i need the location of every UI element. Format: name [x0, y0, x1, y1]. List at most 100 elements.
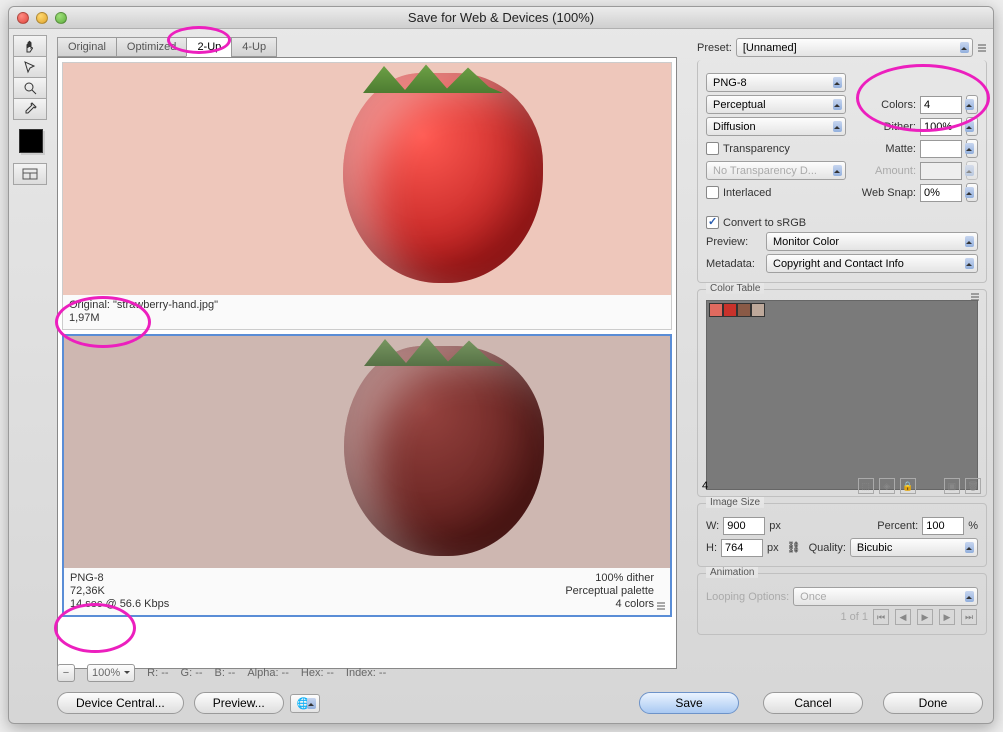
- lock-color-icon[interactable]: 🔒: [900, 478, 916, 494]
- optimize-menu-icon[interactable]: [977, 43, 987, 53]
- device-central-button[interactable]: Device Central...: [57, 692, 184, 714]
- colors-label: Colors:: [881, 99, 916, 111]
- quality-label: Quality:: [809, 542, 846, 554]
- websnap-stepper[interactable]: [966, 183, 978, 202]
- transparency-dither-select: No Transparency D...: [706, 161, 846, 180]
- metadata-select[interactable]: Copyright and Contact Info: [766, 254, 978, 273]
- optimized-dither: 100% dither: [565, 572, 654, 585]
- height-field[interactable]: 764: [721, 539, 763, 557]
- zoom-tool[interactable]: [13, 77, 47, 99]
- width-field[interactable]: 900: [723, 517, 765, 535]
- dialog-buttons: Device Central... Preview... 🌐 Save Canc…: [57, 689, 983, 717]
- srgb-checkbox[interactable]: [706, 216, 719, 229]
- zoom-select[interactable]: 100%: [87, 664, 135, 682]
- zoom-out-button[interactable]: −: [57, 664, 75, 682]
- optimized-format: PNG-8: [70, 572, 169, 585]
- preview-select[interactable]: Monitor Color: [766, 232, 978, 251]
- done-button[interactable]: Done: [883, 692, 983, 714]
- preset-label: Preset:: [697, 42, 732, 54]
- px-label-2: px: [767, 542, 779, 554]
- transparency-label: Transparency: [723, 143, 790, 155]
- window-title: Save for Web & Devices (100%): [9, 10, 993, 25]
- tab-4up[interactable]: 4-Up: [231, 37, 277, 57]
- last-frame-icon: ⏭: [961, 609, 977, 625]
- matte-field[interactable]: [920, 140, 962, 158]
- format-select[interactable]: PNG-8: [706, 73, 846, 92]
- loop-select: Once: [793, 587, 978, 606]
- percent-field[interactable]: 100: [922, 517, 964, 535]
- optimized-time: 14 sec @ 56.6 Kbps: [70, 598, 169, 611]
- interlaced-checkbox[interactable]: [706, 186, 719, 199]
- swatch-2[interactable]: [723, 303, 737, 317]
- optimized-palette: Perceptual palette: [565, 585, 654, 598]
- amount-field: [920, 162, 962, 180]
- metadata-label: Metadata:: [706, 258, 762, 270]
- first-frame-icon: ⏮: [873, 609, 889, 625]
- dialog-window: Save for Web & Devices (100%) OriginalOp…: [8, 6, 994, 724]
- readout-r: R: --: [147, 667, 168, 679]
- preview-pane-original[interactable]: Original: "strawberry-hand.jpg" 1,97M: [62, 62, 672, 330]
- original-size: 1,97M: [69, 312, 218, 325]
- swatch-4[interactable]: [751, 303, 765, 317]
- height-label: H:: [706, 542, 717, 554]
- transparency-checkbox[interactable]: [706, 142, 719, 155]
- readout-hex: Hex: --: [301, 667, 334, 679]
- px-label-1: px: [769, 520, 781, 532]
- tab-original[interactable]: Original: [57, 37, 117, 57]
- colors-field[interactable]: 4: [920, 96, 962, 114]
- map-transparent-icon[interactable]: ⬚: [858, 478, 874, 494]
- preview-area: Original: "strawberry-hand.jpg" 1,97M PN…: [57, 57, 677, 669]
- eyedropper-tool[interactable]: [13, 98, 47, 120]
- swatch-1[interactable]: [709, 303, 723, 317]
- new-color-icon[interactable]: ▣: [944, 478, 960, 494]
- percent-unit: %: [968, 520, 978, 532]
- play-icon: ▶: [917, 609, 933, 625]
- colors-stepper[interactable]: [966, 95, 978, 114]
- titlebar[interactable]: Save for Web & Devices (100%): [9, 7, 993, 29]
- color-table-title: Color Table: [706, 283, 764, 294]
- dither-stepper[interactable]: [966, 117, 978, 136]
- preview-pane-optimized[interactable]: PNG-8 72,36K 14 sec @ 56.6 Kbps 100% dit…: [62, 334, 672, 617]
- eyedropper-color-swatch[interactable]: [19, 129, 43, 153]
- srgb-label: Convert to sRGB: [723, 217, 806, 229]
- preview-label: Preview:: [706, 236, 762, 248]
- toggle-slices-button[interactable]: [13, 163, 47, 185]
- next-frame-icon: ▶: [939, 609, 955, 625]
- web-shift-icon[interactable]: ◈: [879, 478, 895, 494]
- preview-button[interactable]: Preview...: [194, 692, 284, 714]
- dither-label: Dither:: [884, 121, 916, 133]
- readout-alpha: Alpha: --: [247, 667, 289, 679]
- save-button[interactable]: Save: [639, 692, 739, 714]
- optimized-size: 72,36K: [70, 585, 169, 598]
- original-filename: Original: "strawberry-hand.jpg": [69, 299, 218, 312]
- optimized-colors: 4 colors: [565, 598, 654, 611]
- websnap-field[interactable]: 0%: [920, 184, 962, 202]
- quality-select[interactable]: Bicubic: [850, 538, 978, 557]
- prev-frame-icon: ◀: [895, 609, 911, 625]
- slice-select-tool[interactable]: [13, 56, 47, 78]
- preview-browser-select[interactable]: 🌐: [290, 694, 320, 713]
- interlaced-label: Interlaced: [723, 187, 771, 199]
- left-toolbar: [13, 35, 49, 184]
- frame-counter: 1 of 1: [840, 611, 868, 623]
- amount-label: Amount:: [875, 165, 916, 177]
- delete-color-icon[interactable]: 🗑: [965, 478, 981, 494]
- constrain-icon[interactable]: ⛓: [783, 541, 805, 554]
- tab-2up[interactable]: 2-Up: [186, 37, 232, 57]
- image-size-title: Image Size: [706, 497, 764, 508]
- hand-tool[interactable]: [13, 35, 47, 57]
- status-bar: − 100% R: -- G: -- B: -- Alpha: -- Hex: …: [57, 663, 677, 683]
- dither-method-select[interactable]: Diffusion: [706, 117, 846, 136]
- readout-g: G: --: [181, 667, 203, 679]
- settings-panel: Preset: [Unnamed] PNG-8 Perceptual Color…: [697, 35, 987, 683]
- preset-select[interactable]: [Unnamed]: [736, 38, 973, 57]
- readout-index: Index: --: [346, 667, 386, 679]
- tab-optimized[interactable]: Optimized: [116, 37, 188, 57]
- cancel-button[interactable]: Cancel: [763, 692, 863, 714]
- color-table[interactable]: [706, 300, 978, 490]
- dither-field[interactable]: 100%: [920, 118, 962, 136]
- preview-menu-icon[interactable]: [656, 601, 666, 611]
- swatch-3[interactable]: [737, 303, 751, 317]
- matte-select[interactable]: [966, 139, 978, 158]
- reduction-select[interactable]: Perceptual: [706, 95, 846, 114]
